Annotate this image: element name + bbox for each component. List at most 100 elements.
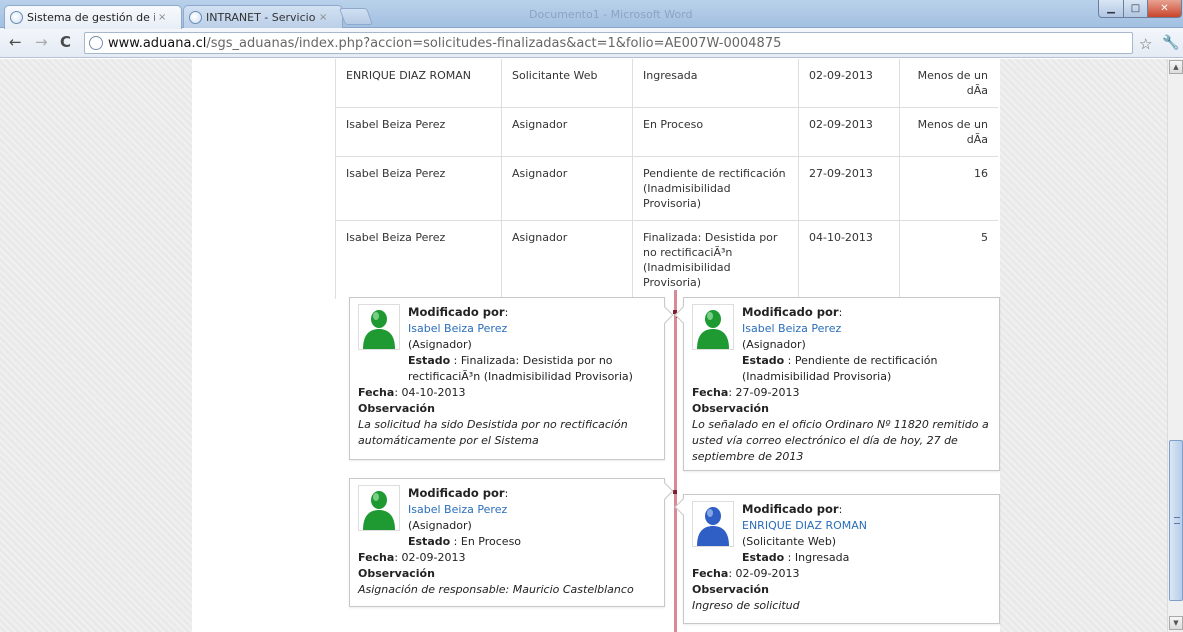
- tab-sistema-gestion[interactable]: Sistema de gestión de infor ×: [4, 5, 182, 29]
- table-cell-state: Pendiente de rectificación (Inadmisibili…: [632, 156, 799, 221]
- estado-label: Estado: [742, 551, 785, 564]
- url-domain: www.aduana.cl: [108, 35, 207, 51]
- background-window-title: Documento1 - Microsoft Word: [529, 8, 693, 21]
- close-window-button[interactable]: ✕: [1147, 0, 1182, 18]
- close-tab-icon[interactable]: ×: [319, 12, 327, 23]
- fecha-value: 02-09-2013: [401, 551, 466, 564]
- observacion-label: Observación: [692, 402, 769, 415]
- estado-value: Ingresada: [794, 551, 850, 564]
- reload-icon[interactable]: C: [60, 34, 71, 50]
- green-user-icon: [692, 304, 734, 350]
- green-user-icon: [358, 485, 400, 531]
- fecha-value: 27-09-2013: [735, 386, 800, 399]
- user-role: (Asignador): [408, 338, 472, 351]
- table-cell-days: Menos de un dÃ­a: [899, 59, 998, 108]
- card-pointer: [656, 482, 674, 500]
- new-tab-button[interactable]: [338, 8, 374, 25]
- fecha-label: Fecha: [692, 386, 729, 399]
- tab-title: INTRANET - Servicio Nacio: [206, 10, 316, 24]
- table-cell-state: Ingresada: [632, 59, 799, 108]
- maximize-button[interactable]: □: [1123, 0, 1148, 18]
- vertical-scrollbar[interactable]: ▲ ▼: [1167, 59, 1183, 632]
- table-cell-state: En Proceso: [632, 107, 799, 157]
- modified-by-label: Modificado por: [408, 486, 505, 500]
- table-row: Isabel Beiza Perez Asignador Finalizada:…: [335, 220, 999, 299]
- globe-icon: [89, 36, 103, 50]
- close-tab-icon[interactable]: ×: [158, 12, 166, 23]
- table-cell-role: Asignador: [501, 156, 633, 221]
- main-content: ENRIQUE DIAZ ROMAN Solicitante Web Ingre…: [192, 59, 1000, 632]
- table-cell-date: 02-09-2013: [798, 59, 900, 108]
- fecha-label: Fecha: [358, 386, 395, 399]
- fecha-value: 04-10-2013: [401, 386, 466, 399]
- table-cell-role: Asignador: [501, 220, 633, 299]
- table-cell-role: Solicitante Web: [501, 59, 633, 108]
- table-cell-name: Isabel Beiza Perez: [335, 220, 502, 299]
- card-pointer: [674, 498, 692, 516]
- back-icon[interactable]: ←: [9, 34, 22, 50]
- globe-icon: [10, 11, 23, 24]
- observacion-text: La solicitud ha sido Desistida por no re…: [358, 418, 628, 447]
- scrollbar-thumb[interactable]: [1169, 440, 1183, 601]
- browser-toolbar: ← → C www.aduana.cl/sgs_aduanas/index.ph…: [0, 28, 1183, 58]
- user-link[interactable]: Isabel Beiza Perez: [408, 502, 508, 518]
- history-table: ENRIQUE DIAZ ROMAN Solicitante Web Ingre…: [335, 59, 998, 299]
- scroll-down-arrow-icon[interactable]: ▼: [1169, 616, 1183, 630]
- fecha-line: Fecha: 27-09-2013: [692, 386, 800, 399]
- observacion-text: Ingreso de solicitud: [692, 599, 800, 612]
- timeline-card: Modificado por: Isabel Beiza Perez (Asig…: [349, 478, 674, 607]
- timeline-card: Modificado por: Isabel Beiza Perez (Asig…: [674, 297, 1000, 471]
- grip-icon: [1174, 517, 1180, 524]
- page-viewport: ENRIQUE DIAZ ROMAN Solicitante Web Ingre…: [0, 59, 1167, 632]
- fecha-label: Fecha: [692, 567, 729, 580]
- user-role: (Solicitante Web): [742, 535, 837, 548]
- blue-user-icon: [692, 501, 734, 547]
- scroll-up-arrow-icon[interactable]: ▲: [1169, 60, 1183, 74]
- tab-title: Sistema de gestión de infor: [27, 11, 155, 24]
- table-cell-date: 02-09-2013: [798, 107, 900, 157]
- minimize-button[interactable]: ▁: [1098, 0, 1124, 18]
- green-user-icon: [358, 304, 400, 350]
- card-info: Modificado por: Isabel Beiza Perez (Asig…: [742, 305, 843, 351]
- estado-value: En Proceso: [460, 535, 522, 548]
- card-header: Modificado por: Isabel Beiza Perez (Asig…: [358, 304, 656, 353]
- table-row: Isabel Beiza Perez Asignador Pendiente d…: [335, 156, 998, 221]
- user-link[interactable]: ENRIQUE DIAZ ROMAN: [742, 518, 867, 534]
- card-header: Modificado por: Isabel Beiza Perez (Asig…: [692, 304, 991, 353]
- fecha-line: Fecha: 02-09-2013: [358, 551, 466, 564]
- table-cell-days: 5: [981, 231, 988, 244]
- user-link[interactable]: Isabel Beiza Perez: [742, 321, 842, 337]
- table-cell-name: Isabel Beiza Perez: [335, 107, 502, 157]
- fecha-line: Fecha: 04-10-2013: [358, 386, 466, 399]
- tab-intranet[interactable]: INTRANET - Servicio Nacio ×: [183, 5, 343, 28]
- table-cell-days: 16: [899, 156, 998, 221]
- table-cell-name: Isabel Beiza Perez: [335, 156, 502, 221]
- wrench-icon[interactable]: 🔧: [1162, 35, 1179, 51]
- card-info: Modificado por: Isabel Beiza Perez (Asig…: [408, 486, 509, 532]
- observacion-text: Lo señalado en el oficio Ordinaro Nº 118…: [692, 418, 989, 463]
- table-row: Isabel Beiza Perez Asignador En Proceso …: [335, 107, 998, 157]
- card-header: Modificado por: Isabel Beiza Perez (Asig…: [358, 485, 656, 534]
- user-link[interactable]: Isabel Beiza Perez: [408, 321, 508, 337]
- timeline-card: Modificado por: Isabel Beiza Perez (Asig…: [349, 297, 674, 460]
- observacion-label: Observación: [358, 402, 435, 415]
- card-info: Modificado por: Isabel Beiza Perez (Asig…: [408, 305, 509, 351]
- timeline-line: [674, 290, 677, 632]
- url-path: /sgs_aduanas/index.php?accion=solicitude…: [206, 35, 782, 51]
- estado-label: Estado: [408, 535, 451, 548]
- estado-label: Estado: [742, 354, 785, 367]
- modified-by-label: Modificado por: [408, 305, 505, 319]
- user-role: (Asignador): [742, 338, 806, 351]
- table-cell-role: Asignador: [501, 107, 633, 157]
- table-cell-date: 04-10-2013: [798, 220, 900, 299]
- table-cell-date: 27-09-2013: [798, 156, 900, 221]
- address-bar[interactable]: www.aduana.cl/sgs_aduanas/index.php?acci…: [84, 32, 1133, 54]
- star-icon[interactable]: ☆: [1139, 35, 1152, 53]
- estado-line: Estado : Finalizada: Desistida por no re…: [408, 354, 633, 383]
- forward-icon[interactable]: →: [35, 34, 48, 50]
- estado-line: Estado : En Proceso: [408, 535, 522, 548]
- card-pointer: [674, 306, 692, 324]
- estado-line: Estado : Ingresada: [742, 551, 850, 564]
- fecha-line: Fecha: 02-09-2013: [692, 567, 800, 580]
- card-header: Modificado por: ENRIQUE DIAZ ROMAN (Soli…: [692, 501, 991, 550]
